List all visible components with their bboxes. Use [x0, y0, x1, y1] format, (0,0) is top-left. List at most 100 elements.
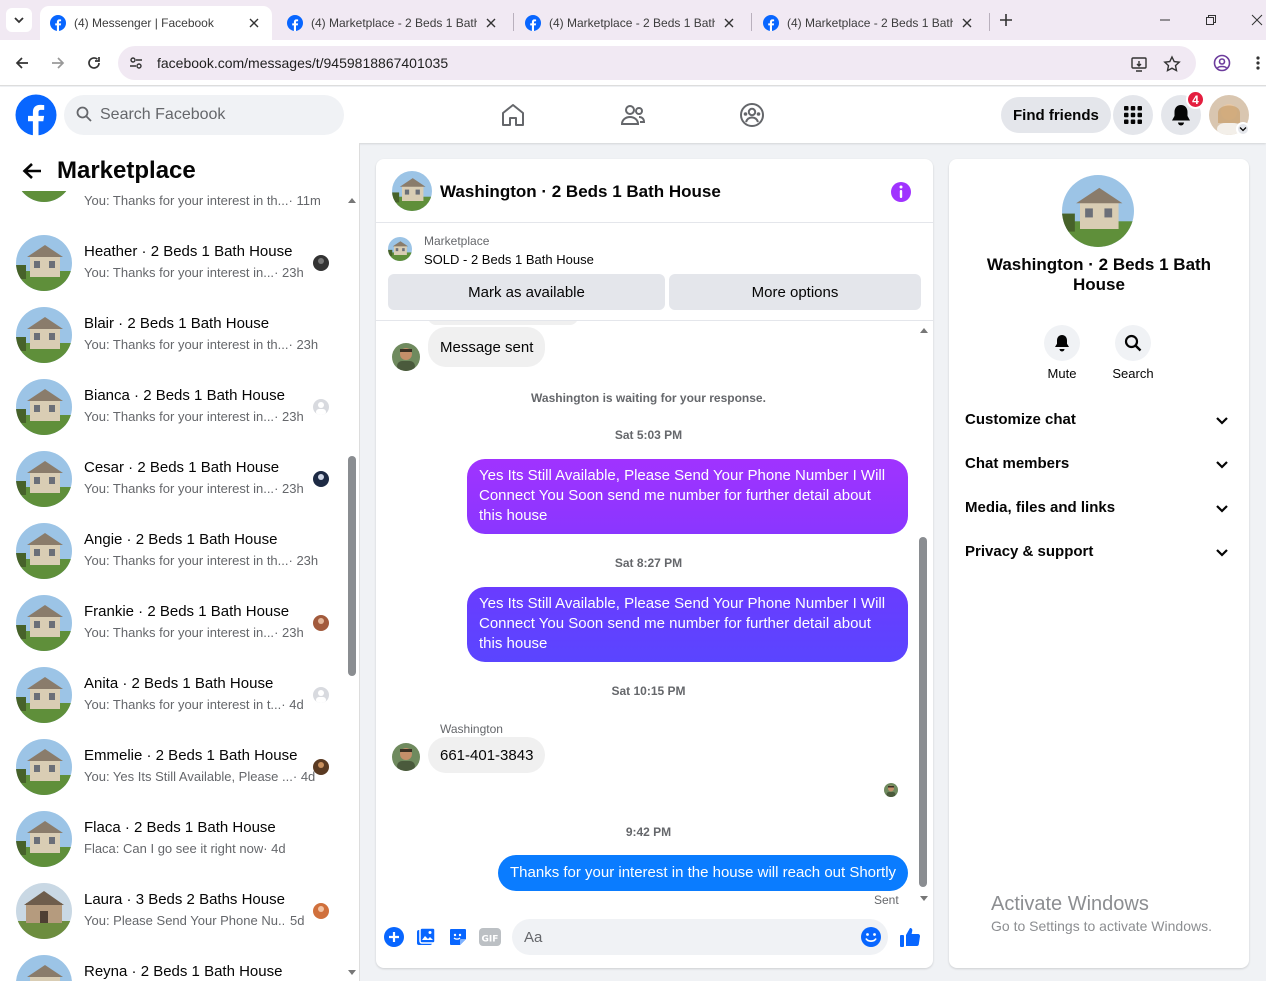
nav-groups-button[interactable]: [738, 101, 766, 129]
conversation-item[interactable]: Emmelie · 2 Beds 1 Bath House You: Yes I…: [0, 739, 344, 811]
close-tab-icon[interactable]: [721, 15, 737, 31]
browser-menu-button[interactable]: [1247, 52, 1266, 74]
gif-icon: GIF: [479, 928, 501, 946]
message-composer: GIF: [376, 906, 933, 968]
message-input-wrapper[interactable]: [512, 919, 888, 955]
search-chat-button[interactable]: Search: [1103, 325, 1163, 381]
chevron-down-icon: [1216, 505, 1228, 513]
sticker-button[interactable]: [446, 925, 470, 949]
chat-members-row[interactable]: Chat members: [957, 444, 1241, 484]
conversation-name: Emmelie · 2 Beds 1 Bath House: [84, 747, 298, 764]
message-bubble-sent: Yes Its Still Available, Please Send You…: [467, 459, 908, 534]
more-actions-button[interactable]: [382, 925, 406, 949]
bookmark-star-icon[interactable]: [1162, 54, 1182, 74]
tab-marketplace-1[interactable]: (4) Marketplace - 2 Beds 1 Bath: [277, 6, 509, 40]
back-button[interactable]: [11, 52, 33, 74]
conversation-item[interactable]: Reyna · 2 Beds 1 Bath House: [0, 955, 344, 981]
close-tab-icon[interactable]: [246, 15, 262, 31]
chat-scroll-down-icon[interactable]: [919, 895, 929, 903]
nav-home-button[interactable]: [499, 101, 527, 129]
message-input[interactable]: [524, 919, 844, 955]
restore-window-button[interactable]: [1201, 10, 1221, 30]
message-thread: Message sent Washington is waiting for y…: [376, 321, 933, 906]
row-label: Chat members: [965, 455, 1070, 472]
info-icon[interactable]: [889, 180, 913, 204]
tab-marketplace-2[interactable]: (4) Marketplace - 2 Beds 1 Bath: [515, 6, 747, 40]
find-friends-button[interactable]: Find friends: [1001, 97, 1111, 133]
menu-button[interactable]: [1113, 95, 1153, 135]
conversation-item[interactable]: Laura · 3 Beds 2 Baths House You: Please…: [0, 883, 344, 955]
read-receipt-avatar: [313, 471, 329, 487]
conversation-item[interactable]: Angie · 2 Beds 1 Bath House You: Thanks …: [0, 523, 344, 595]
chat-title[interactable]: Washington · 2 Beds 1 Bath House: [440, 182, 721, 202]
conversation-avatar: [16, 955, 72, 981]
gif-button[interactable]: GIF: [478, 925, 502, 949]
info-name: Washington · 2 Beds 1 Bath House: [986, 255, 1212, 294]
message-bubble-received: 661-401-3843: [428, 737, 546, 773]
minimize-window-button[interactable]: [1155, 10, 1175, 30]
mark-available-button[interactable]: Mark as available: [388, 274, 665, 310]
customize-chat-row[interactable]: Customize chat: [957, 400, 1241, 440]
conversation-name: Laura · 3 Beds 2 Baths House: [84, 891, 285, 908]
account-chevron-icon[interactable]: [1236, 122, 1250, 136]
search-input[interactable]: [100, 95, 335, 135]
message-bubble-received-partial: [428, 321, 578, 325]
conversation-preview: You: Thanks for your interest in th... · …: [84, 193, 321, 208]
tab-label: (4) Marketplace - 2 Beds 1 Bath: [311, 16, 477, 30]
facebook-logo-icon[interactable]: [15, 94, 57, 136]
tab-marketplace-3[interactable]: (4) Marketplace - 2 Beds 1 Bath: [753, 6, 985, 40]
timestamp: 9:42 PM: [625, 825, 672, 839]
facebook-search[interactable]: [64, 95, 344, 135]
listing-thumbnail: [388, 237, 412, 261]
chat-avatar[interactable]: [392, 171, 432, 211]
scroll-up-icon[interactable]: [347, 196, 357, 204]
conversation-item[interactable]: Frankie · 2 Beds 1 Bath House You: Thank…: [0, 595, 344, 667]
listing-status: SOLD - 2 Beds 1 Bath House: [424, 252, 594, 267]
conversation-item[interactable]: Anita · 2 Beds 1 Bath House You: Thanks …: [0, 667, 344, 739]
back-button[interactable]: [20, 159, 44, 183]
conversation-preview: You: Thanks for your interest in... · 23h: [84, 625, 304, 640]
more-options-button[interactable]: More options: [669, 274, 921, 310]
conversation-item[interactable]: Blair · 2 Beds 1 Bath House You: Thanks …: [0, 307, 344, 379]
system-message: Washington is waiting for your response.: [531, 391, 766, 405]
omnibox[interactable]: facebook.com/messages/t/9459818867401035: [118, 46, 1196, 80]
site-info-icon[interactable]: [128, 55, 144, 71]
scroll-down-icon[interactable]: [347, 969, 357, 977]
privacy-support-row[interactable]: Privacy & support: [957, 532, 1241, 572]
timestamp: Sat 10:15 PM: [611, 684, 686, 698]
conversation-item[interactable]: Flaca · 2 Beds 1 Bath House Flaca: Can I…: [0, 811, 344, 883]
conversation-item[interactable]: Cesar · 2 Beds 1 Bath House You: Thanks …: [0, 451, 344, 523]
watermark-title: Activate Windows: [991, 893, 1149, 915]
groups-icon: [740, 103, 764, 127]
conversation-item[interactable]: Heather · 2 Beds 1 Bath House You: Thank…: [0, 235, 344, 307]
close-tab-icon[interactable]: [959, 15, 975, 31]
chat-scroll-up-icon[interactable]: [919, 326, 929, 334]
reload-button[interactable]: [83, 52, 105, 74]
sticker-icon: [450, 929, 466, 945]
like-button[interactable]: [898, 925, 922, 949]
emoji-icon[interactable]: [860, 926, 882, 948]
mute-label: Mute: [1047, 366, 1077, 381]
search-icon: [1115, 325, 1151, 361]
conversation-name: Flaca · 2 Beds 1 Bath House: [84, 819, 276, 836]
new-tab-button[interactable]: [996, 10, 1016, 30]
media-files-links-row[interactable]: Media, files and links: [957, 488, 1241, 528]
close-window-button[interactable]: [1247, 10, 1266, 30]
arrow-left-icon: [15, 57, 28, 69]
tab-search-button[interactable]: [6, 8, 32, 32]
mute-button[interactable]: Mute: [1032, 325, 1092, 381]
profile-button[interactable]: [1211, 52, 1233, 74]
attach-photo-button[interactable]: [414, 925, 438, 949]
url-text[interactable]: facebook.com/messages/t/9459818867401035: [157, 55, 448, 71]
tab-messenger[interactable]: (4) Messenger | Facebook: [40, 6, 272, 40]
install-app-icon[interactable]: [1129, 54, 1149, 74]
chat-scroll-thumb[interactable]: [919, 537, 927, 887]
sidebar-scroll-thumb[interactable]: [348, 456, 356, 676]
chevron-down-icon: [1216, 461, 1228, 469]
conversation-name: Blair · 2 Beds 1 Bath House: [84, 315, 270, 332]
forward-button[interactable]: [47, 52, 69, 74]
conversation-item[interactable]: Bianca · 2 Beds 1 Bath House You: Thanks…: [0, 379, 344, 451]
close-tab-icon[interactable]: [483, 15, 499, 31]
conversation-preview: You: Thanks for your interest in th... · …: [84, 337, 319, 352]
nav-friends-button[interactable]: [619, 101, 647, 129]
